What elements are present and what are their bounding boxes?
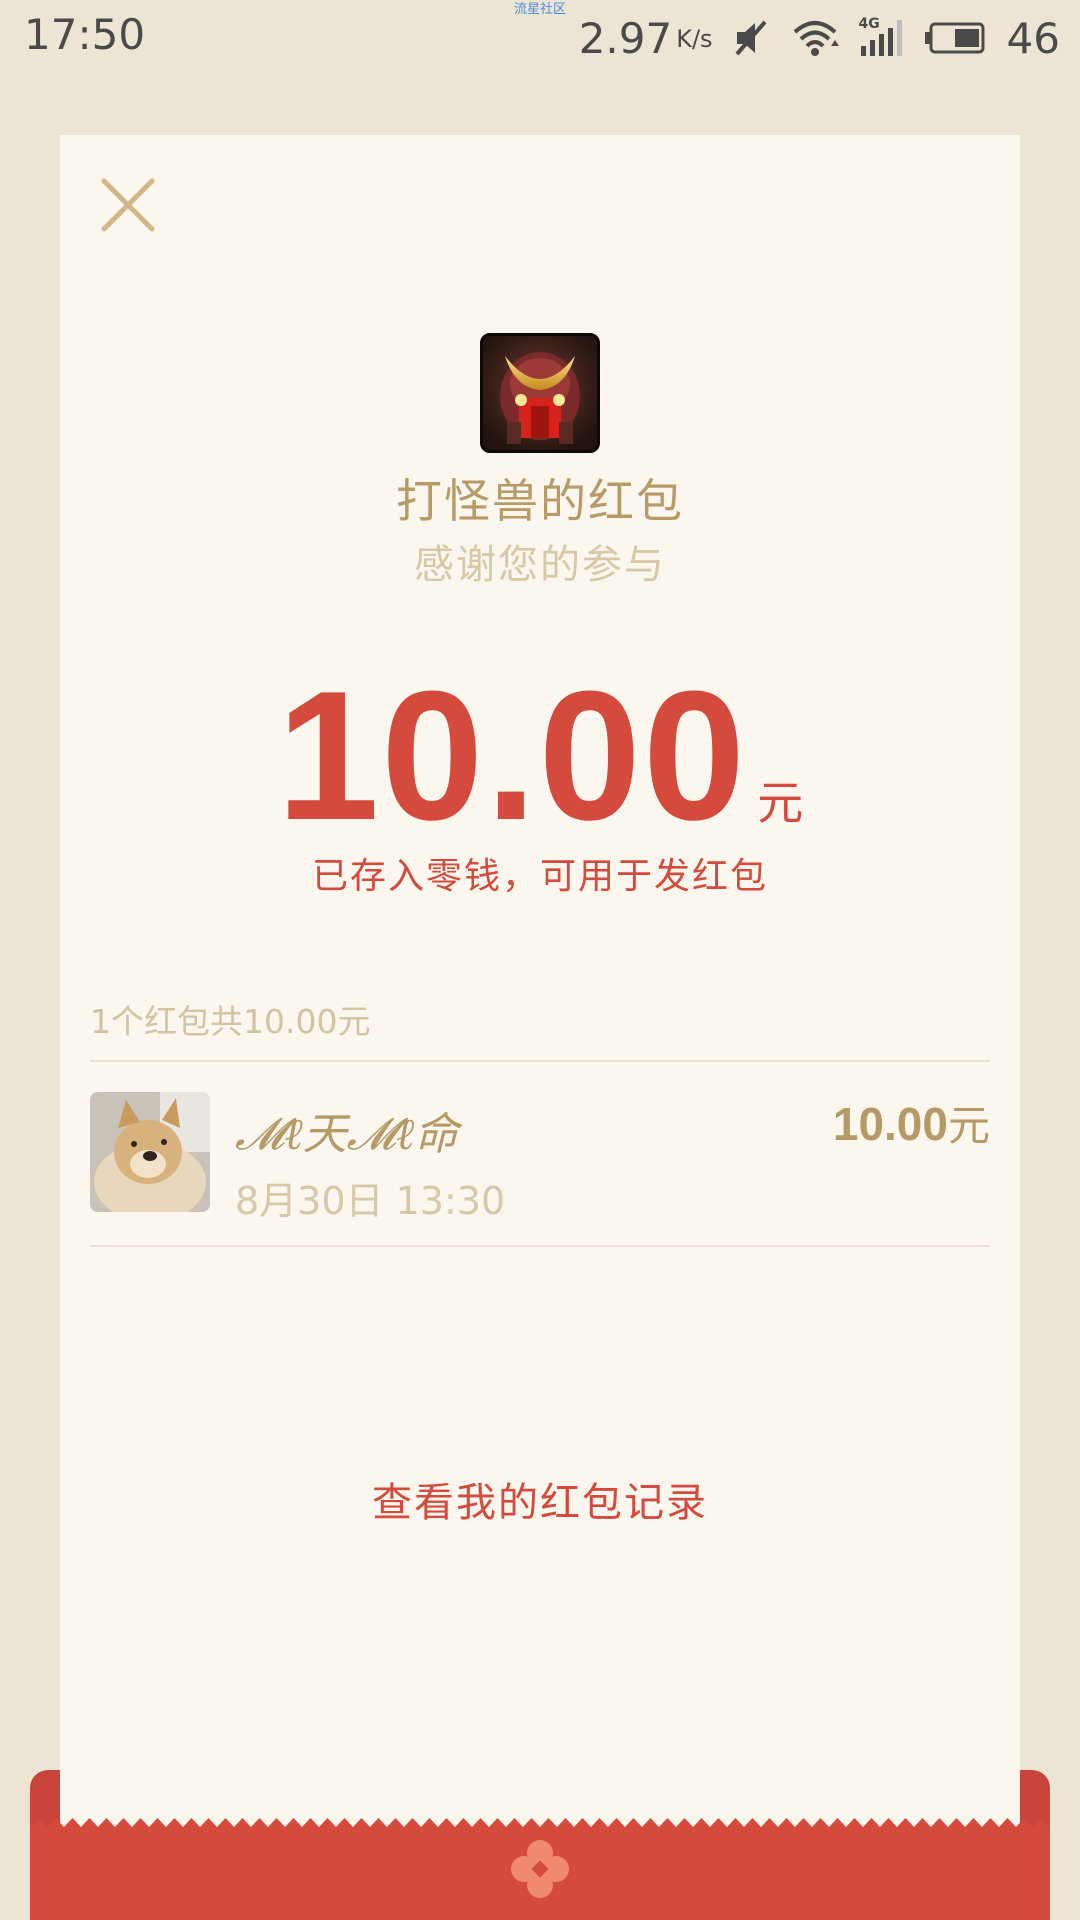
record-amount-unit: 元 [947,1101,990,1150]
wifi-icon [791,18,839,58]
sender-title: 打怪兽的红包 [396,474,684,528]
record-amount-value: 10.00 [832,1098,948,1150]
avatar [90,1092,210,1212]
battery-level: 46 [1006,13,1060,63]
received-amount: 10.00 元 [60,655,1020,855]
amount-unit: 元 [757,776,804,830]
sender-subtitle: 感谢您的参与 [414,542,666,588]
list-item: 𝓜ℓ天𝓜ℓ命 8月30日 13:30 10.00元 [90,1092,990,1242]
net-speed: 2.97 [578,13,673,63]
divider-top [90,1060,990,1062]
signal-icon: 4G [858,16,905,58]
amount-value: 10.00 [276,652,748,858]
dog-avatar-image [90,1092,210,1212]
packet-summary: 1个红包共10.00元 [90,1002,371,1041]
red-packet-detail-card: 打怪兽的红包 感谢您的参与 10.00 元 已存入零钱，可用于发红包 1个红包共1… [60,135,1020,1835]
game-logo-image [483,336,597,450]
status-bar: 17:50 流星社区 2.97 K/s 4G 46 [0,0,1080,76]
divider-bottom [90,1245,990,1247]
net-speed-unit: K/s [676,25,713,53]
status-notice: 流星社区 [513,2,566,17]
amount-note: 已存入零钱，可用于发红包 [311,856,768,897]
mute-icon [731,18,771,58]
close-button[interactable] [98,175,158,235]
envelope-seal-icon [511,1840,569,1898]
record-name: 𝓜ℓ天𝓜ℓ命 [235,1109,459,1160]
network-type: 4G [858,16,880,32]
record-amount: 10.00元 [833,1092,990,1153]
view-history-link[interactable]: 查看我的红包记录 [60,1470,1020,1528]
close-icon [101,178,155,232]
sender-avatar [480,333,600,453]
status-time: 17:50 [24,10,146,59]
status-indicators: 2.97 K/s 4G 46 [579,10,1060,66]
battery-icon [924,21,987,55]
record-time: 8月30日 13:30 [235,1179,506,1223]
